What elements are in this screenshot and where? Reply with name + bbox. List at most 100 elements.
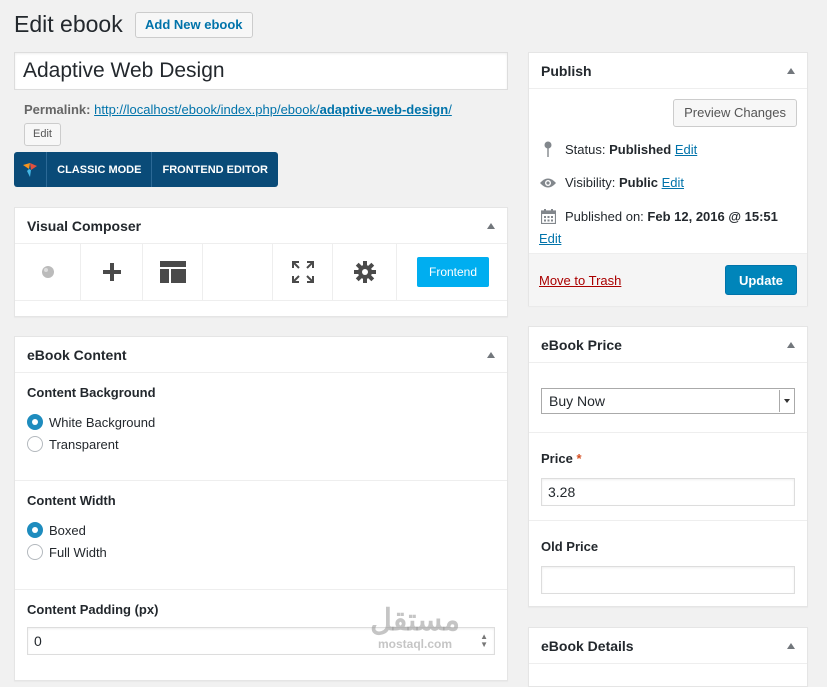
caret-up-icon[interactable]: [787, 642, 795, 649]
ebook-price-title: eBook Price: [541, 336, 622, 353]
old-price-input[interactable]: [541, 566, 795, 594]
ebook-content-title: eBook Content: [27, 346, 127, 363]
ebook-content-header[interactable]: eBook Content: [15, 337, 507, 373]
frontend-slot: Frontend: [397, 244, 507, 300]
permalink: Permalink: http://localhost/ebook/index.…: [24, 102, 452, 117]
status-label: Status:: [565, 141, 606, 157]
radio-label: Full Width: [49, 544, 107, 560]
radio-unchecked[interactable]: [27, 544, 43, 560]
chevron-down-icon[interactable]: [779, 390, 793, 412]
pin-icon: [539, 141, 557, 157]
price-type-select[interactable]: Buy Now: [541, 388, 795, 414]
published-value: Feb 12, 2016 @ 15:51: [647, 209, 778, 224]
radio-label: Boxed: [49, 522, 86, 538]
update-button[interactable]: Update: [724, 265, 797, 295]
radio-boxed[interactable]: Boxed: [27, 522, 495, 538]
vc-logo-tool[interactable]: [15, 244, 81, 300]
permalink-slug: adaptive-web-design: [319, 102, 449, 117]
watermark: مستقل mostaql.com: [355, 604, 475, 652]
ebook-details-title: eBook Details: [541, 637, 634, 654]
radio-checked[interactable]: [27, 522, 43, 538]
published-on-row: Published on: Feb 12, 2016 @ 15:51: [539, 209, 778, 224]
visibility-value: Public: [618, 175, 658, 190]
status-row: Status: Published Edit: [539, 141, 697, 157]
vc-empty-slot: [203, 244, 273, 300]
visibility-row: Visibility: Public Edit: [539, 175, 684, 190]
radio-checked[interactable]: [27, 414, 43, 430]
vc-mode-bar: CLASSIC MODE FRONTEND EDITOR: [14, 152, 278, 187]
fullscreen-button[interactable]: [273, 244, 333, 300]
add-element-button[interactable]: [81, 244, 143, 300]
dot-icon: [41, 266, 54, 278]
publish-actions: Move to Trash Update: [529, 254, 807, 306]
templates-button[interactable]: [143, 244, 203, 300]
ebook-details-box: eBook Details: [528, 627, 808, 687]
layout-icon: [159, 261, 186, 283]
content-background-section: Content Background White Background Tran…: [15, 373, 507, 481]
classic-mode-button[interactable]: CLASSIC MODE: [47, 152, 153, 187]
radio-full-width[interactable]: Full Width: [27, 544, 495, 560]
plus-icon: [102, 263, 121, 281]
title-input[interactable]: Adaptive Web Design: [14, 52, 508, 90]
radio-unchecked[interactable]: [27, 436, 43, 452]
permalink-trailing: /: [448, 102, 452, 117]
old-price-section: Old Price: [529, 521, 807, 606]
logo-icon[interactable]: [14, 152, 48, 187]
price-input[interactable]: 3.28: [541, 478, 795, 506]
status-value: Published: [609, 141, 672, 157]
content-background-label: Content Background: [27, 385, 156, 400]
permalink-link[interactable]: http://localhost/ebook/index.php/ebook/a…: [94, 102, 452, 117]
gear-icon: [353, 261, 376, 283]
price-section: Price * 3.28: [529, 433, 807, 521]
visual-composer-header[interactable]: Visual Composer: [15, 208, 507, 244]
radio-white-background[interactable]: White Background: [27, 414, 495, 430]
edit-permalink-button[interactable]: Edit: [24, 123, 61, 146]
settings-button[interactable]: [333, 244, 397, 300]
content-width-label: Content Width: [27, 493, 116, 508]
publish-body: Preview Changes Status: Published Edit V…: [529, 89, 807, 254]
radio-label: Transparent: [49, 436, 119, 452]
add-new-ebook-button[interactable]: Add New ebook: [135, 12, 253, 38]
radio-label: White Background: [49, 414, 156, 430]
permalink-base: http://localhost/ebook/index.php/ebook/: [94, 102, 320, 117]
price-type-value: Buy Now: [549, 393, 606, 409]
edit-date-link[interactable]: Edit: [539, 231, 561, 246]
watermark-latin: mostaql.com: [377, 637, 452, 651]
edit-status-link[interactable]: Edit: [675, 142, 697, 157]
page-title: Edit ebook: [14, 11, 123, 37]
edit-visibility-link[interactable]: Edit: [662, 175, 684, 190]
caret-up-icon[interactable]: [787, 341, 795, 348]
frontend-button[interactable]: Frontend: [417, 257, 490, 287]
publish-title: Publish: [541, 62, 592, 79]
required-mark: *: [576, 451, 582, 466]
frontend-editor-button[interactable]: FRONTEND EDITOR: [152, 152, 278, 187]
price-type-section: Buy Now: [529, 363, 807, 433]
calendar-icon: [539, 209, 557, 224]
permalink-label: Permalink:: [24, 102, 91, 117]
preview-changes-button[interactable]: Preview Changes: [673, 99, 797, 127]
move-to-trash-link[interactable]: Move to Trash: [539, 273, 621, 288]
caret-up-icon[interactable]: [487, 222, 495, 229]
radio-transparent[interactable]: Transparent: [27, 436, 495, 452]
price-label: Price: [541, 451, 573, 466]
caret-up-icon[interactable]: [487, 351, 495, 358]
ebook-details-header[interactable]: eBook Details: [529, 628, 807, 664]
published-label: Published on:: [565, 209, 644, 224]
visual-composer-box: Visual Composer Frontend: [14, 207, 508, 317]
vc-toolbar: Frontend: [15, 244, 507, 301]
content-width-section: Content Width Boxed Full Width: [15, 481, 507, 590]
fullscreen-icon: [291, 261, 314, 283]
visibility-label: Visibility:: [565, 175, 616, 190]
caret-up-icon[interactable]: [787, 67, 795, 74]
ebook-price-header[interactable]: eBook Price: [529, 327, 807, 363]
ebook-price-box: eBook Price Buy Now Price * 3.28 Old Pri…: [528, 326, 808, 607]
old-price-label: Old Price: [541, 539, 599, 554]
stepper-icon[interactable]: ▲ ▼: [480, 633, 488, 649]
eye-icon: [539, 177, 557, 189]
watermark-arabic: مستقل: [370, 604, 460, 637]
visual-composer-title: Visual Composer: [27, 217, 142, 234]
publish-box: Publish Preview Changes Status: Publishe…: [528, 52, 808, 306]
publish-header[interactable]: Publish: [529, 53, 807, 89]
content-padding-value: 0: [34, 633, 42, 649]
price-label-row: Price *: [541, 451, 795, 466]
